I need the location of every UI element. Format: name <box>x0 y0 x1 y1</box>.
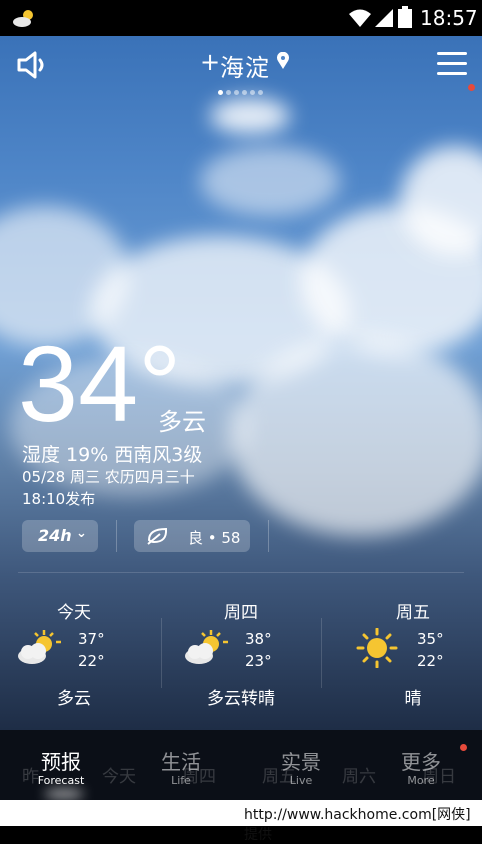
forecast-low: 23° <box>245 652 272 670</box>
ghost-day-label: 周日 <box>422 767 456 787</box>
aqi-value: 良 • 58 <box>188 529 241 547</box>
menu-notification-dot <box>468 84 475 91</box>
page-dot <box>234 90 239 95</box>
ghost-day-label: 周四 <box>182 767 216 787</box>
divider <box>116 520 117 552</box>
hourly-label: 24h <box>38 526 72 545</box>
hourly-toggle-button[interactable]: 24h ⌄ <box>22 520 98 552</box>
status-bar: 18:57 <box>0 0 482 36</box>
location-pin-icon <box>277 52 289 69</box>
forecast-low: 22° <box>78 652 105 670</box>
chevron-down-icon: ⌄ <box>76 526 87 541</box>
city-name: 海淀 <box>220 54 270 82</box>
menu-icon[interactable] <box>437 52 467 78</box>
ghost-day-label: 周六 <box>342 767 376 787</box>
forecast-condition: 多云转晴 <box>207 689 275 709</box>
weather-status-icon <box>13 10 33 27</box>
battery-icon <box>398 6 412 28</box>
divider <box>161 618 162 688</box>
top-bar: + 海淀 <box>0 36 482 96</box>
speaker-icon[interactable] <box>16 50 48 80</box>
forecast-day[interactable]: 今天 37° 22° 多云 <box>4 596 144 714</box>
forecast-high: 35° <box>417 630 444 648</box>
footer-text: http://www.hackhome.com[网侠]提供 <box>244 807 471 843</box>
ghost-day-label: 周五 <box>262 767 296 787</box>
ghost-day-label: 今天 <box>102 767 136 787</box>
current-condition: 多云 <box>158 408 206 436</box>
forecast-condition: 晴 <box>404 689 422 709</box>
air-quality-button[interactable]: 良 • 58 <box>134 520 250 552</box>
clock: 18:57 <box>420 6 478 30</box>
page-indicator <box>218 80 268 95</box>
page-dot <box>226 90 231 95</box>
forecast-divider <box>18 572 464 573</box>
sun-icon <box>356 628 398 668</box>
forecast-day-name: 周四 <box>224 603 258 623</box>
partly-cloudy-icon <box>18 630 61 664</box>
page-dot <box>258 90 263 95</box>
date-line: 05/28 周三 农历四月三十 <box>22 468 195 486</box>
forecast-day[interactable]: 周四 38° 23° 多云转晴 <box>171 596 311 714</box>
page-dot <box>250 90 255 95</box>
humidity-wind: 湿度 19% 西南风3级 <box>22 444 203 466</box>
forecast-high: 37° <box>78 630 105 648</box>
partly-cloudy-icon <box>185 630 228 664</box>
forecast-day-name: 今天 <box>57 603 91 623</box>
divider <box>268 520 269 552</box>
signal-icon <box>375 9 393 27</box>
forecast-day-name: 周五 <box>396 603 430 623</box>
more-notification-dot <box>460 744 467 751</box>
leaf-icon <box>147 527 168 545</box>
forecast-condition: 多云 <box>57 689 91 709</box>
wifi-icon <box>349 9 371 27</box>
page-dot <box>242 90 247 95</box>
current-temperature: 34° <box>18 323 182 444</box>
footer-credit: http://www.hackhome.com[网侠]提供 <box>0 800 482 843</box>
forecast-high: 38° <box>245 630 272 648</box>
page-dot <box>218 90 223 95</box>
divider <box>321 618 322 688</box>
add-city-button[interactable]: + <box>200 48 220 76</box>
forecast-day[interactable]: 周五 35° 22° 晴 <box>343 596 482 714</box>
publish-time: 18:10发布 <box>22 490 96 508</box>
tab-bar: 预报 Forecast 生活 Life 实景 Live 更多 More <box>0 730 482 800</box>
ghost-day-label: 昨 <box>22 767 39 787</box>
forecast-low: 22° <box>417 652 444 670</box>
